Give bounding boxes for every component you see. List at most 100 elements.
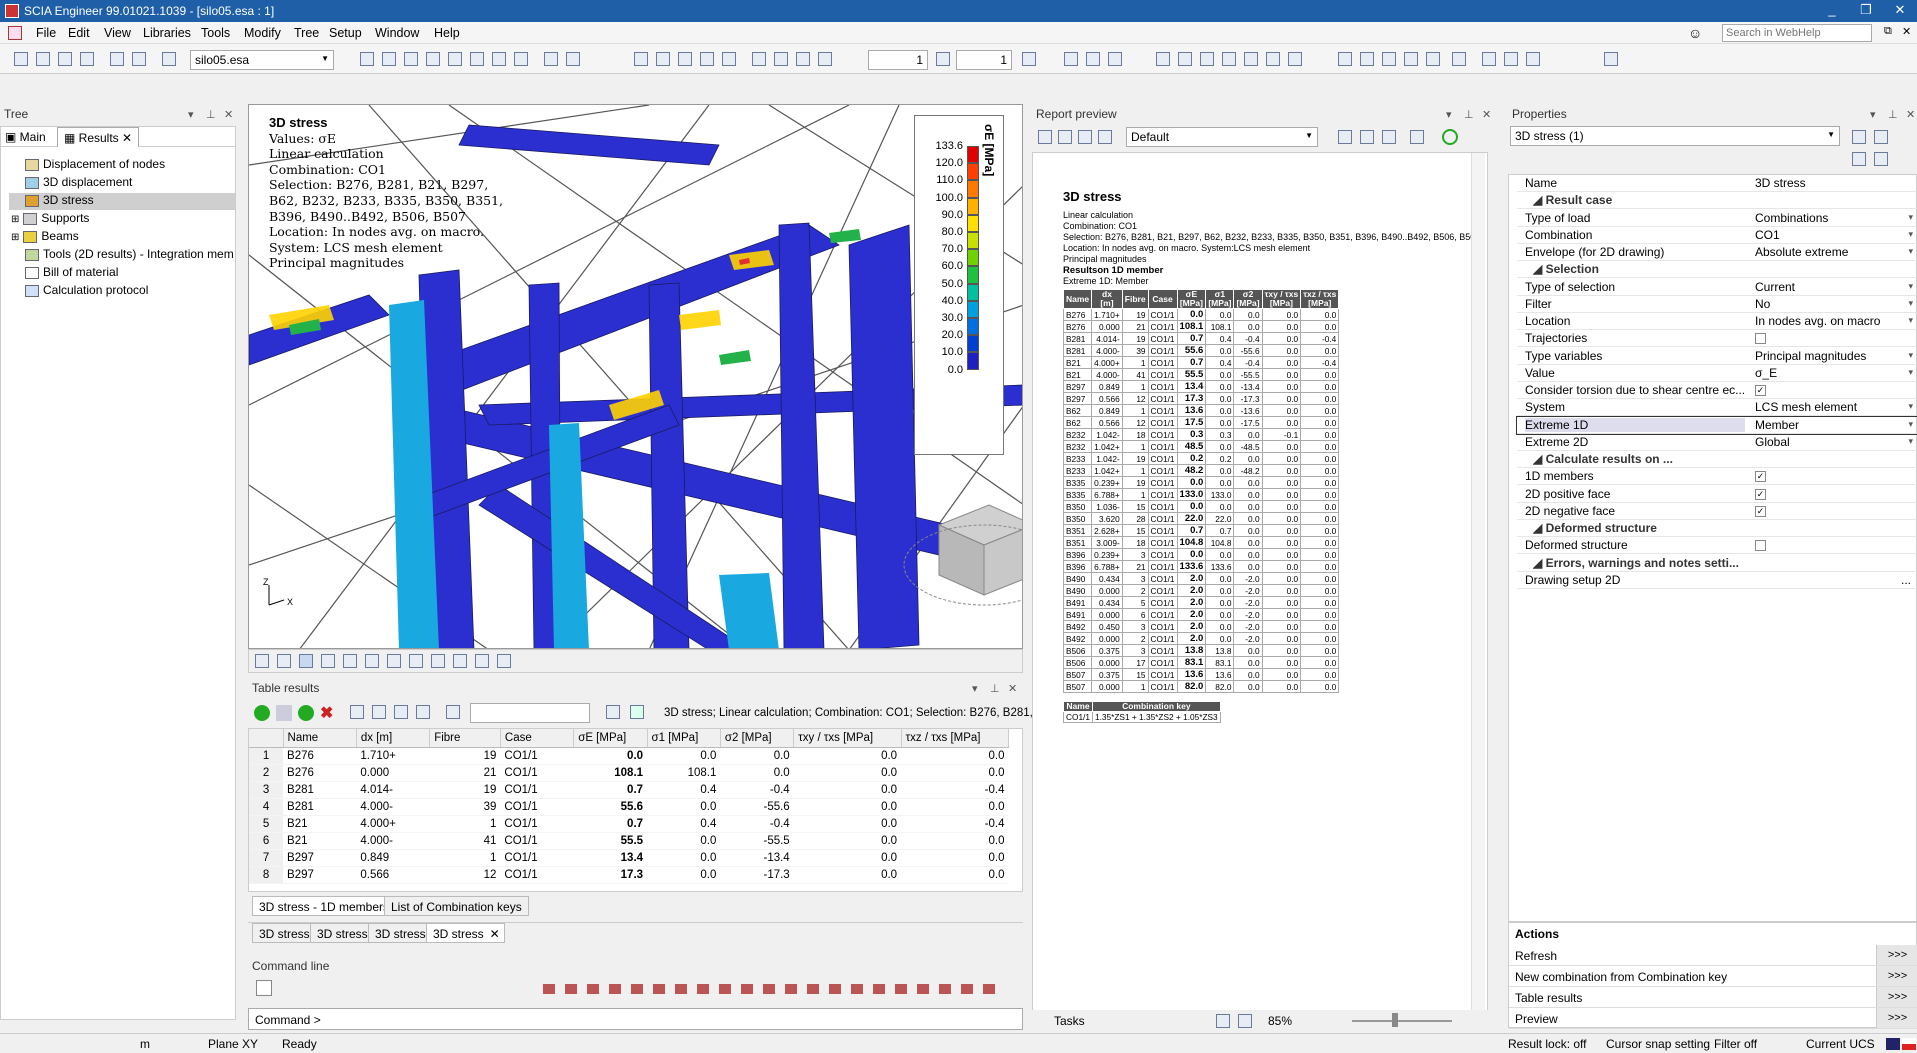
props-paint-icon[interactable] — [1852, 152, 1866, 166]
tab-main[interactable]: ▣ Main — [5, 130, 46, 144]
menu-setup[interactable]: Setup — [329, 26, 362, 40]
table-row[interactable]: 2 B276 0.000 21 CO1/1 108.1 108.1 0.0 0.0 0.0 — [249, 764, 1009, 782]
column-header[interactable]: τxz / τxs [MPa] — [901, 729, 1010, 748]
dropdown-arrow-icon[interactable]: ▾ — [1908, 367, 1913, 378]
report-gen-icon[interactable] — [1058, 130, 1072, 144]
table-close-icon[interactable]: ✕ — [1008, 682, 1017, 695]
view-top-icon[interactable] — [1200, 52, 1214, 66]
property-row[interactable]: Name 3D stress — [1517, 175, 1917, 192]
support-icon[interactable] — [470, 52, 484, 66]
view-tool-5-icon[interactable] — [343, 654, 357, 668]
refresh-icon[interactable] — [254, 705, 270, 721]
column-header[interactable]: Name — [283, 729, 357, 748]
property-row[interactable]: Type of selection Current ▾ — [1517, 279, 1917, 296]
menu-help[interactable]: Help — [434, 26, 460, 40]
view-tool-8-icon[interactable] — [409, 654, 423, 668]
reload-icon[interactable] — [298, 705, 314, 721]
view-tool-12-icon[interactable] — [497, 654, 511, 668]
action-button[interactable]: >>> — [1876, 945, 1917, 965]
report-scrollbar[interactable] — [1471, 153, 1485, 1011]
save-icon[interactable] — [58, 52, 72, 66]
undo-icon[interactable] — [110, 52, 124, 66]
filter-clear-icon[interactable] — [446, 705, 460, 719]
report-template-combo[interactable]: Default ▼ — [1126, 127, 1318, 147]
menu-file[interactable]: File — [36, 26, 56, 40]
doc-tab-1[interactable]: 3D stress — [252, 923, 317, 943]
property-row[interactable]: Deformed structure — [1517, 537, 1917, 555]
expand-icon[interactable]: ⊞ — [11, 232, 19, 243]
dropdown-arrow-icon[interactable]: ▾ — [1908, 436, 1913, 447]
report-refresh-icon[interactable] — [1442, 129, 1458, 145]
status-result-lock[interactable]: Result lock: off — [1508, 1037, 1586, 1051]
dropdown-arrow-icon[interactable]: ▾ — [1908, 401, 1913, 412]
tree-item-bill-of-material[interactable]: Bill of material — [25, 265, 118, 282]
project-combo[interactable]: silo05.esa ▼ — [190, 50, 334, 70]
property-row[interactable]: Drawing setup 2D... — [1517, 572, 1917, 589]
wire-icon[interactable] — [678, 52, 692, 66]
table-icon[interactable] — [1482, 52, 1496, 66]
view-tool-1-icon[interactable] — [255, 654, 269, 668]
menu-modify[interactable]: Modify — [244, 26, 281, 40]
view-icon[interactable] — [634, 52, 648, 66]
property-value[interactable]: Member — [1755, 418, 1799, 432]
report-print-icon[interactable] — [1078, 130, 1092, 144]
columns-icon[interactable] — [394, 705, 408, 719]
property-row[interactable]: Filter No ▾ — [1517, 296, 1917, 313]
table-row[interactable]: 7 B297 0.849 1 CO1/1 13.4 0.0 -13.4 0.0 0.0 — [249, 849, 1009, 867]
status-filter[interactable]: Filter off — [1714, 1037, 1757, 1051]
doc-tab-close-icon[interactable]: ✕ — [490, 927, 500, 941]
property-checkbox[interactable]: ✓ — [1755, 385, 1766, 396]
tree-pin-icon[interactable]: ⊥ — [206, 108, 216, 121]
action-row[interactable]: Table results >>> — [1509, 987, 1917, 1008]
column-header[interactable]: σ2 [MPa] — [720, 729, 795, 748]
export-icon[interactable] — [416, 705, 430, 719]
ucs-icon[interactable] — [1426, 52, 1440, 66]
menu-tools[interactable]: Tools — [201, 26, 230, 40]
column-header[interactable] — [249, 729, 284, 748]
property-row[interactable]: Consider torsion due to shear centre ec.… — [1517, 382, 1917, 399]
status-unit[interactable]: m — [140, 1037, 150, 1051]
zoom-fit-icon[interactable] — [1108, 52, 1122, 66]
report-icon[interactable] — [796, 52, 810, 66]
tree-close-icon[interactable]: ✕ — [224, 108, 233, 121]
report-table-icon[interactable] — [1410, 130, 1424, 144]
action-row[interactable]: New combination from Combination key >>> — [1509, 966, 1917, 987]
property-value[interactable]: In nodes avg. on macro — [1755, 314, 1880, 328]
property-checkbox[interactable]: ✓ — [1755, 471, 1766, 483]
doc-tab-3[interactable]: 3D stress — [368, 923, 433, 943]
properties-icon[interactable] — [162, 52, 176, 66]
status-ucs[interactable]: Current UCS — [1806, 1037, 1875, 1051]
property-row[interactable]: Combination CO1 ▾ — [1517, 227, 1917, 244]
spin-2[interactable]: 1 — [956, 50, 1012, 70]
table-row[interactable]: 6 B21 4.000- 41 CO1/1 55.5 0.0 -55.5 0.0 0.0 — [249, 832, 1009, 850]
property-value[interactable]: Principal magnitudes — [1755, 349, 1866, 363]
zoom-icon[interactable] — [1064, 52, 1078, 66]
table-results-grid[interactable]: Name dx [m] Fibre Case σE [MPa] σ1 [MPa] σ2 [M… — [248, 728, 1023, 892]
grid-icon[interactable] — [1404, 52, 1418, 66]
property-value[interactable]: LCS mesh element — [1755, 400, 1857, 414]
property-checkbox[interactable]: ✓ — [1755, 488, 1766, 500]
dropdown-arrow-icon[interactable]: ▾ — [1908, 229, 1913, 240]
inner-close-button[interactable]: ✕ — [1902, 25, 1911, 38]
settings-icon[interactable] — [1526, 52, 1540, 66]
doc-tab-4[interactable]: 3D stress ✕ — [426, 923, 505, 943]
property-row[interactable]: Value σ_E ▾ — [1517, 365, 1917, 382]
doc-tab-2[interactable]: 3D stress — [310, 923, 375, 943]
property-value[interactable]: No — [1755, 297, 1770, 311]
property-checkbox[interactable]: ✓ — [1755, 505, 1766, 517]
status-snap[interactable]: Cursor snap setting — [1606, 1037, 1710, 1051]
snap-icon[interactable] — [1382, 52, 1396, 66]
table-row[interactable]: 4 B281 4.000- 39 CO1/1 55.6 0.0 -55.6 0.0 0.0 — [249, 798, 1009, 816]
doc-icon[interactable] — [8, 26, 22, 40]
open-icon[interactable] — [36, 52, 50, 66]
table-row[interactable]: 5 B21 4.000+ 1 CO1/1 0.7 0.4 -0.4 0.0 -0.4 — [249, 815, 1009, 833]
property-value[interactable]: Global — [1755, 435, 1790, 449]
abc-2-icon[interactable] — [387, 654, 401, 668]
dropdown-arrow-icon[interactable]: ▾ — [1908, 281, 1913, 292]
column-header[interactable]: Fibre — [429, 729, 501, 748]
page-single-icon[interactable] — [1216, 1014, 1230, 1028]
chart-icon[interactable] — [1504, 52, 1518, 66]
cursor-tool-icon[interactable] — [256, 980, 272, 996]
3d-viewport[interactable]: 3D stress Values: σE Linear calculation … — [248, 104, 1023, 649]
status-plane[interactable]: Plane XY — [208, 1037, 258, 1051]
